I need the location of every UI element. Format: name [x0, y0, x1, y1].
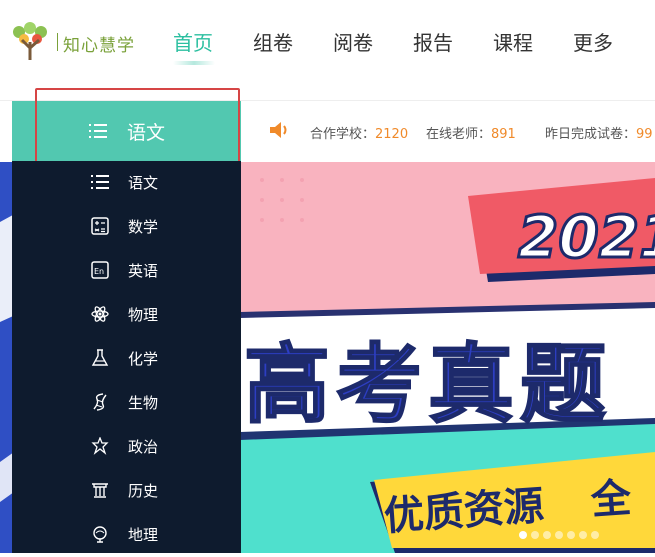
menu-item-label: 物理	[128, 306, 159, 324]
logo-text: 知心慧学	[63, 36, 135, 56]
carousel-dots	[519, 531, 599, 539]
list-icon	[91, 175, 109, 189]
banner-subline-tail: 全	[588, 475, 633, 524]
menu-item-chinese[interactable]: 语文	[12, 161, 241, 205]
subject-selector[interactable]: 语文	[12, 101, 241, 161]
menu-item-english[interactable]: En 英语	[12, 249, 241, 293]
menu-item-math[interactable]: 数学	[12, 205, 241, 249]
stat-schools-label: 合作学校：	[310, 127, 376, 142]
stat-papers-value: 99	[636, 127, 653, 142]
subject-dropdown-menu: 语文 数学 En 英语 物理 化学 生物 政治 历史 地理	[12, 161, 241, 553]
temple-icon	[92, 483, 108, 498]
menu-item-label: 语文	[128, 174, 159, 192]
carousel-dot[interactable]	[591, 531, 599, 539]
menu-item-history[interactable]: 历史	[12, 469, 241, 513]
stat-teachers-value: 891	[491, 127, 516, 142]
menu-item-label: 政治	[128, 438, 159, 456]
svg-text:En: En	[94, 267, 104, 276]
menu-item-label: 数学	[128, 218, 159, 236]
nav-home[interactable]: 首页	[160, 27, 240, 65]
atom-icon	[91, 306, 109, 322]
globe-icon	[93, 526, 107, 543]
nav-grading[interactable]: 阅卷	[320, 27, 400, 61]
menu-item-label: 英语	[128, 262, 159, 280]
stat-papers: 昨日完成试卷：99	[545, 123, 653, 142]
flask-icon	[91, 349, 109, 366]
top-header: 知心慧学 首页 组卷 阅卷 报告 课程 更多	[0, 0, 655, 101]
banner-headline: 高考真题	[244, 335, 612, 435]
menu-item-label: 生物	[128, 394, 159, 412]
carousel-dot[interactable]	[519, 531, 527, 539]
carousel-dot[interactable]	[579, 531, 587, 539]
stat-schools-value: 2120	[375, 127, 409, 142]
nav-reports[interactable]: 报告	[400, 27, 480, 61]
menu-item-physics[interactable]: 物理	[12, 293, 241, 337]
stat-teachers: 在线老师：891	[426, 123, 516, 142]
site-logo[interactable]: 知心慧学	[10, 22, 135, 62]
nav-courses[interactable]: 课程	[480, 27, 560, 61]
logo-separator	[57, 33, 58, 51]
carousel-dot[interactable]	[555, 531, 563, 539]
en-icon: En	[91, 261, 109, 279]
carousel-dot[interactable]	[543, 531, 551, 539]
stat-teachers-label: 在线老师：	[426, 127, 492, 142]
menu-item-geography[interactable]: 地理	[12, 513, 241, 557]
tree-logo-icon	[13, 22, 47, 60]
main-nav: 首页 组卷 阅卷 报告 课程 更多	[160, 27, 640, 65]
nav-more[interactable]: 更多	[560, 27, 640, 61]
menu-item-chemistry[interactable]: 化学	[12, 337, 241, 381]
subject-selector-label: 语文	[127, 122, 166, 144]
carousel-dot[interactable]	[567, 531, 575, 539]
menu-item-biology[interactable]: 生物	[12, 381, 241, 425]
speaker-icon	[270, 122, 287, 138]
dna-icon	[93, 393, 107, 411]
stat-papers-label: 昨日完成试卷：	[545, 127, 637, 142]
menu-item-label: 化学	[128, 350, 159, 368]
carousel-dot[interactable]	[531, 531, 539, 539]
stat-schools: 合作学校：2120	[310, 123, 408, 142]
calculator-icon	[91, 217, 109, 235]
nav-compose-paper[interactable]: 组卷	[240, 27, 320, 61]
banner-year: 2021	[518, 203, 655, 271]
menu-item-label: 地理	[128, 526, 159, 544]
list-icon	[89, 124, 107, 138]
menu-item-politics[interactable]: 政治	[12, 425, 241, 469]
politics-icon	[91, 437, 109, 455]
menu-item-label: 历史	[128, 482, 159, 500]
